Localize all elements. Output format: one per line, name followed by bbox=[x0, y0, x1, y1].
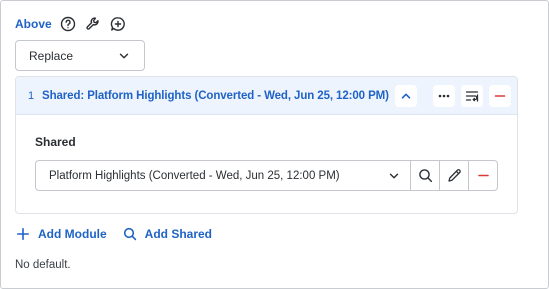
shared-field-label: Shared bbox=[35, 135, 76, 149]
edit-shared-button[interactable] bbox=[439, 161, 468, 190]
shared-module-panel: 1 Shared: Platform Highlights (Converted… bbox=[15, 76, 518, 214]
shared-select-value: Platform Highlights (Converted - Wed, Ju… bbox=[49, 169, 340, 182]
help-circle-icon[interactable] bbox=[59, 15, 77, 33]
pencil-icon bbox=[447, 169, 461, 182]
search-shared-button[interactable] bbox=[410, 161, 439, 190]
chevron-up-icon bbox=[401, 93, 411, 99]
minus-icon bbox=[477, 174, 489, 177]
shared-select[interactable]: Platform Highlights (Converted - Wed, Ju… bbox=[36, 161, 410, 190]
search-icon bbox=[123, 227, 136, 241]
chevron-down-icon bbox=[119, 53, 129, 58]
plus-icon bbox=[17, 228, 29, 240]
no-default-text: No default. bbox=[15, 259, 71, 271]
module-index: 1 bbox=[28, 89, 35, 102]
module-body: Shared Platform Highlights (Converted - … bbox=[16, 115, 517, 191]
wrap-lines-button[interactable] bbox=[461, 84, 483, 107]
comment-plus-icon[interactable] bbox=[109, 15, 127, 33]
more-options-button[interactable] bbox=[433, 84, 455, 107]
wrench-icon[interactable] bbox=[84, 15, 102, 33]
mode-select[interactable]: Replace bbox=[15, 40, 145, 71]
add-actions: Add Module Add Shared bbox=[16, 225, 228, 243]
above-label: Above bbox=[15, 17, 52, 31]
add-module-label: Add Module bbox=[38, 227, 107, 241]
chevron-down-icon bbox=[389, 173, 399, 178]
collapse-button[interactable] bbox=[395, 84, 417, 107]
add-module-button[interactable]: Add Module bbox=[16, 227, 107, 241]
more-horizontal-icon bbox=[438, 94, 450, 97]
wrap-lines-icon bbox=[465, 90, 479, 102]
clear-shared-button[interactable] bbox=[468, 161, 497, 190]
mode-select-value: Replace bbox=[29, 48, 74, 63]
remove-module-button[interactable] bbox=[489, 84, 511, 107]
add-shared-label: Add Shared bbox=[144, 227, 212, 241]
module-header[interactable]: 1 Shared: Platform Highlights (Converted… bbox=[16, 77, 517, 115]
add-shared-button[interactable]: Add Shared bbox=[123, 227, 212, 241]
shared-field: Platform Highlights (Converted - Wed, Ju… bbox=[35, 160, 498, 191]
minus-icon bbox=[494, 94, 506, 97]
module-title: Shared: Platform Highlights (Converted -… bbox=[42, 89, 389, 102]
above-header: Above bbox=[15, 14, 127, 34]
search-icon bbox=[418, 169, 432, 183]
